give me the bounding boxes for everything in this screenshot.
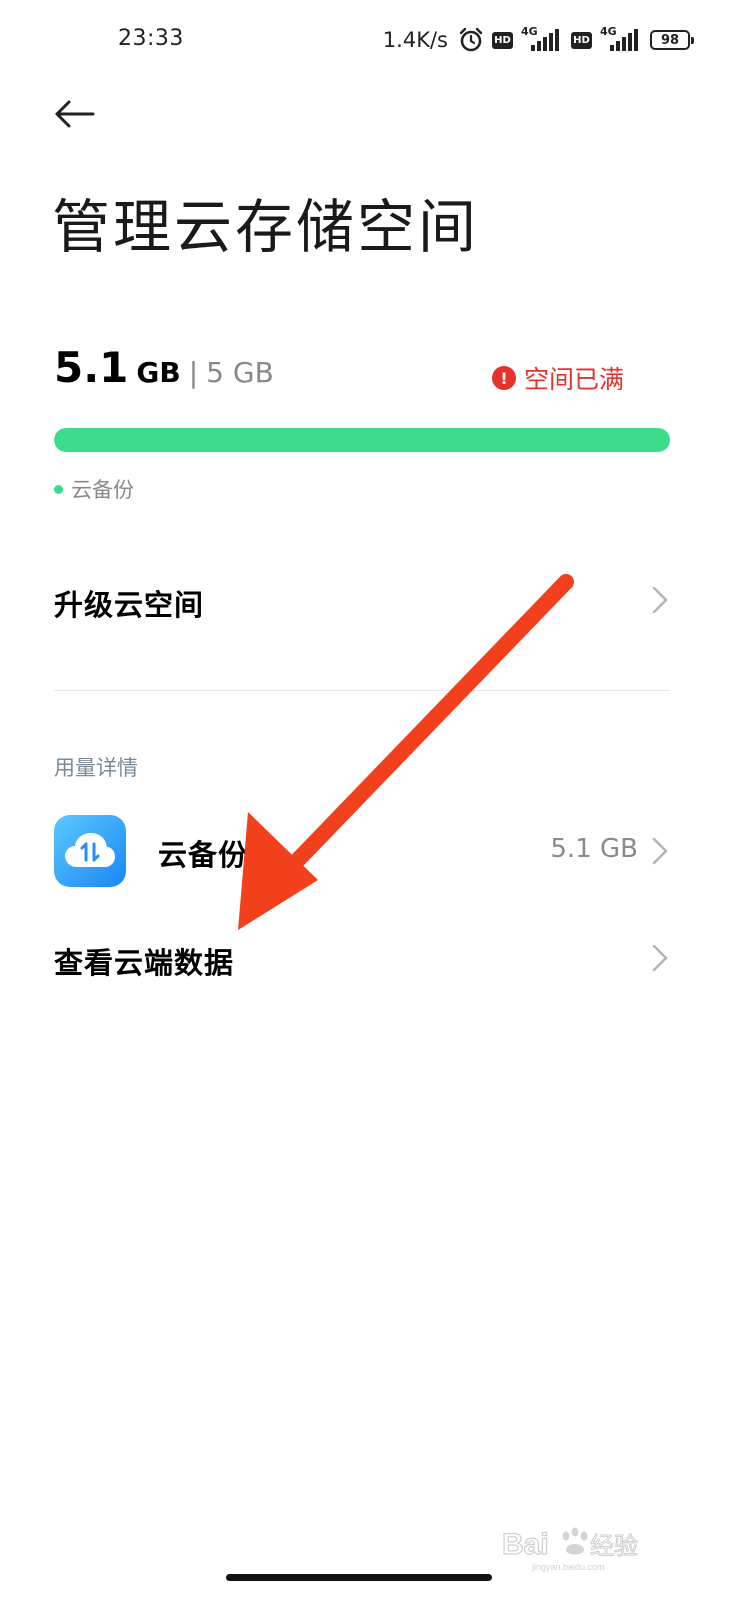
- legend-dot: [54, 484, 63, 494]
- home-indicator[interactable]: [226, 1574, 492, 1581]
- svg-text:经验: 经验: [590, 1533, 638, 1560]
- upgrade-storage-row[interactable]: 升级云空间: [0, 560, 738, 640]
- upgrade-storage-label: 升级云空间: [54, 588, 205, 622]
- hd-badge-2: HD: [571, 31, 592, 49]
- warning-icon: !: [491, 366, 516, 390]
- status-icons: 1.4K/s HD 4G HD 4G 98: [382, 24, 694, 56]
- storage-legend: 云备份: [54, 474, 134, 504]
- storage-summary: 5.1 GB | 5 GB: [54, 343, 274, 392]
- back-button[interactable]: [48, 92, 100, 136]
- storage-status-text: 空间已满: [523, 365, 624, 394]
- usage-details-section-label: 用量详情: [54, 756, 138, 780]
- signal-icon: 4G: [521, 25, 563, 53]
- used-unit: GB: [136, 356, 181, 389]
- svg-text:jingyan.baidu.com: jingyan.baidu.com: [531, 1562, 605, 1572]
- cloud-backup-icon: [65, 833, 115, 867]
- storage-full-status: ! 空间已满: [491, 360, 624, 396]
- divider: [54, 690, 670, 691]
- baidu-watermark-logo: Bai 经验 jingyan.baidu.com: [502, 1527, 639, 1572]
- storage-progress-fill: [54, 428, 670, 452]
- view-cloud-data-label: 查看云端数据: [54, 946, 235, 980]
- total-storage: 5 GB: [206, 356, 274, 389]
- signal-icon-2: 4G: [600, 25, 642, 53]
- cloud-backup-size: 5.1 GB: [550, 834, 638, 864]
- alarm-icon: [459, 27, 483, 52]
- status-time: 23:33: [118, 26, 184, 51]
- svg-text:Bai: Bai: [502, 1528, 549, 1561]
- cloud-backup-label: 云备份: [158, 838, 249, 872]
- view-cloud-data-row[interactable]: 查看云端数据: [0, 920, 738, 1000]
- hd-badge: HD: [492, 31, 513, 49]
- legend-label: 云备份: [71, 478, 134, 502]
- storage-separator: |: [188, 356, 199, 389]
- chevron-right-icon: [652, 586, 668, 614]
- screen: 23:33 1.4K/s HD 4G HD 4G 98 管理云存储空间 5.1 …: [0, 0, 738, 1600]
- network-speed: 1.4K/s: [382, 28, 448, 52]
- battery-level: 98: [660, 32, 680, 48]
- back-arrow-icon: [55, 100, 95, 128]
- page-title: 管理云存储空间: [52, 193, 480, 261]
- storage-progress-bar: [54, 428, 670, 452]
- status-bar: 23:33 1.4K/s HD 4G HD 4G 98: [0, 0, 738, 80]
- used-value: 5.1: [54, 343, 129, 392]
- chevron-right-icon: [652, 944, 668, 972]
- chevron-right-icon: [652, 837, 668, 865]
- cloud-backup-row[interactable]: 云备份 5.1 GB: [0, 810, 738, 892]
- battery-icon: 98: [650, 30, 694, 50]
- cloud-backup-app-icon: [54, 815, 126, 887]
